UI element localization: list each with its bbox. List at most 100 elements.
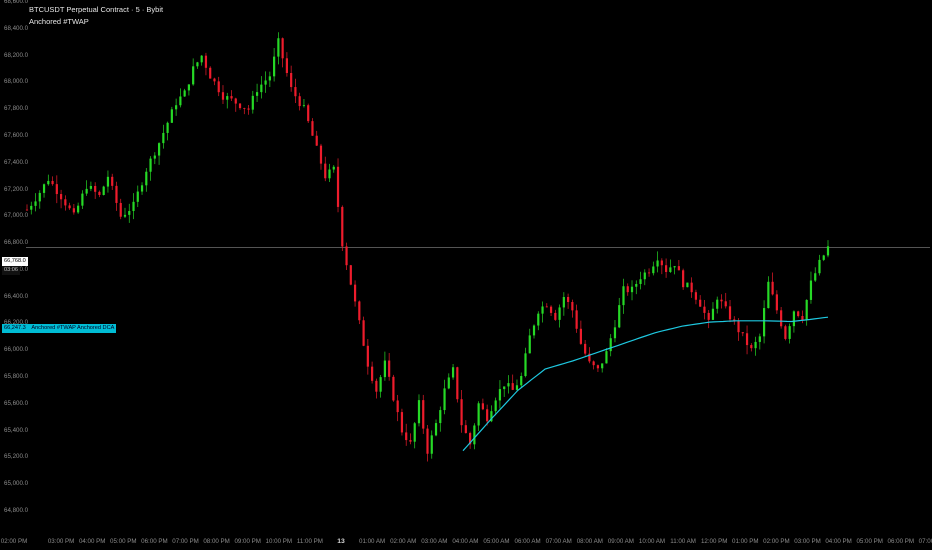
candle-body xyxy=(68,205,71,209)
chart-legend: BTCUSDT Perpetual Contract · 5 · Bybit A… xyxy=(29,4,163,28)
candle-body xyxy=(98,191,101,195)
candle-body xyxy=(541,306,544,314)
candle-body xyxy=(230,96,233,99)
candle-body xyxy=(554,312,557,320)
candle-body xyxy=(285,58,288,73)
candle-body xyxy=(745,333,749,346)
x-tick-label: 02:00 AM xyxy=(390,538,417,545)
candle-body xyxy=(260,84,263,93)
candle-body xyxy=(464,425,467,434)
candle-body xyxy=(630,286,634,293)
y-tick-label: 68,200.0 xyxy=(4,51,29,59)
candle-body xyxy=(694,292,698,300)
x-tick-label: 04:00 AM xyxy=(452,538,479,545)
candle-body xyxy=(443,388,446,411)
candle-body xyxy=(477,403,480,426)
candle-body xyxy=(750,345,753,349)
x-tick-label: 03:00 AM xyxy=(421,538,448,545)
x-tick-label: 11:00 PM xyxy=(296,538,323,545)
candle-body xyxy=(294,87,297,97)
candle-body xyxy=(758,336,761,342)
candle-body xyxy=(417,400,421,424)
candle-body xyxy=(311,121,314,136)
candle-body xyxy=(25,209,29,211)
candle-body xyxy=(809,280,813,300)
x-tick-label: 07:00 AM xyxy=(545,538,572,545)
x-tick-label: 06:00 PM xyxy=(141,538,168,545)
candle-body xyxy=(754,341,757,349)
x-tick-label: 09:00 PM xyxy=(234,538,261,545)
candle-body xyxy=(503,386,506,390)
candle-body xyxy=(341,206,344,247)
candle-body xyxy=(605,351,608,364)
candle-body xyxy=(89,185,93,189)
candle-body xyxy=(460,399,463,426)
candle-body xyxy=(307,105,310,122)
candle-body xyxy=(447,377,450,389)
candle-body xyxy=(255,92,259,96)
candle-body xyxy=(136,191,139,202)
candle-body xyxy=(511,383,514,390)
x-tick-label: 02:00 PM xyxy=(0,538,28,545)
candle-body xyxy=(422,400,425,429)
candle-body xyxy=(94,185,97,192)
candle-body xyxy=(183,90,186,97)
candle-body xyxy=(524,353,527,377)
candle-body xyxy=(822,255,825,260)
x-tick-label: 01:00 PM xyxy=(732,538,759,545)
price-chart[interactable] xyxy=(0,0,932,550)
candle-body xyxy=(128,211,131,215)
candle-body xyxy=(571,301,574,311)
candle-body xyxy=(741,332,744,334)
candle-body xyxy=(30,205,33,210)
candle-body xyxy=(405,432,408,441)
candle-body xyxy=(643,272,646,280)
y-tick-label: 65,600.0 xyxy=(4,399,29,407)
candle-body xyxy=(166,122,169,133)
chart-area[interactable]: BTCUSDT Perpetual Contract · 5 · Bybit A… xyxy=(0,0,932,550)
candle-body xyxy=(818,259,821,274)
x-tick-label: 07:00 PM xyxy=(172,538,199,545)
candle-body xyxy=(226,96,229,100)
candle-body xyxy=(85,188,88,194)
candle-body xyxy=(601,363,604,369)
x-tick-label: 09:00 AM xyxy=(607,538,634,545)
candle-body xyxy=(647,272,651,274)
candle-body xyxy=(682,270,685,288)
candle-body xyxy=(72,208,75,213)
candle-body xyxy=(413,423,416,442)
candle-body xyxy=(247,108,250,110)
candle-body xyxy=(119,202,122,217)
candle-body xyxy=(507,383,510,387)
indicator-title: Anchored #TWAP xyxy=(29,17,89,26)
candle-body xyxy=(635,283,638,287)
y-tick-label: 67,600.0 xyxy=(4,131,29,139)
candle-body xyxy=(209,67,212,79)
candle-body xyxy=(584,343,587,354)
candle-body xyxy=(596,365,600,369)
candle-body xyxy=(707,312,710,320)
candle-body xyxy=(273,56,276,77)
x-tick-label: 10:00 PM xyxy=(265,538,293,545)
candle-body xyxy=(179,96,182,106)
anchored-vwap-line xyxy=(462,316,829,452)
candle-body xyxy=(622,286,625,306)
candle-body xyxy=(801,316,804,321)
candle-body xyxy=(192,66,195,85)
candle-body xyxy=(123,214,127,217)
y-tick-label: 68,400.0 xyxy=(4,24,29,32)
candle-body xyxy=(797,311,800,317)
candle-body xyxy=(64,199,67,206)
candle-body xyxy=(362,320,365,346)
x-tick-label: 05:00 PM xyxy=(110,538,137,545)
x-tick-label: 08:00 PM xyxy=(203,538,230,545)
candle-body xyxy=(375,380,378,392)
x-tick-label: 10:00 AM xyxy=(638,538,666,545)
candle-body xyxy=(145,171,148,186)
candle-body xyxy=(324,163,327,179)
candle-body xyxy=(805,299,808,321)
candle-body xyxy=(498,389,502,401)
candle-body xyxy=(618,305,621,328)
candle-body xyxy=(737,321,740,333)
candle-body xyxy=(77,205,80,213)
